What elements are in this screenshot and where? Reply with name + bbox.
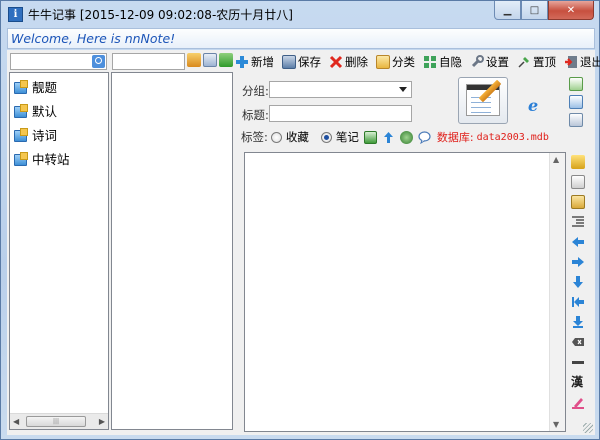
attach-icon[interactable] (363, 130, 377, 144)
app-icon: i (8, 7, 23, 22)
note-radio-label[interactable]: 笔记 (336, 129, 359, 145)
delete-button[interactable]: 删除 (329, 54, 368, 70)
notepad-pencil-icon[interactable] (458, 77, 508, 124)
folder-icon (14, 127, 28, 142)
exit-button[interactable]: 退出 (564, 54, 600, 70)
maximize-button[interactable]: □ (521, 1, 548, 20)
paste-icon[interactable] (571, 195, 585, 209)
folder-icon (14, 151, 28, 166)
favorite-radio[interactable] (270, 131, 282, 143)
scroll-left-icon[interactable]: ◀ (13, 417, 19, 426)
category-icon (376, 55, 390, 69)
sort-icon[interactable] (187, 53, 201, 67)
exit-icon (564, 55, 578, 69)
scroll-thumb[interactable]: ||| (26, 416, 86, 427)
settings-button[interactable]: 设置 (470, 54, 509, 70)
save-button[interactable]: 保存 (282, 54, 321, 70)
category-tree[interactable]: 靓题 默认 诗词 中转站 ◀ ||| ▶ (9, 72, 109, 430)
app-window: i 牛牛记事 [2015-12-09 09:02:08-农历十月廿八] ▁ □ … (0, 0, 600, 440)
editor-vertical-scrollbar[interactable]: ▲ ▼ (549, 153, 565, 431)
clear-icon[interactable] (571, 335, 585, 349)
note-search-input[interactable] (112, 53, 185, 70)
arrow-down-icon[interactable] (571, 275, 585, 289)
line-icon[interactable] (571, 355, 585, 369)
client-area: 靓题 默认 诗词 中转站 ◀ ||| ▶ 新增 保存 删除 分类 自隐 设置 置… (7, 50, 600, 435)
open-folder-icon[interactable] (571, 155, 585, 169)
tag-row: 标签: 收藏 笔记 数据库: data2003.mdb (241, 129, 549, 145)
welcome-banner: Welcome, Here is nnNote! (7, 28, 595, 49)
category-search-input[interactable] (10, 53, 107, 70)
ie-icon[interactable]: e (528, 96, 538, 115)
scroll-down-icon[interactable]: ▼ (553, 420, 559, 429)
tree-item-transfer[interactable]: 中转站 (14, 148, 70, 168)
x-icon (329, 55, 343, 69)
wrench-icon (470, 55, 484, 69)
tree-item-label: 诗词 (32, 127, 58, 143)
editor-side-tools: 漢 (571, 155, 585, 415)
side-top-tools (569, 77, 583, 127)
database-label: 数据库: (436, 131, 474, 144)
search-icon[interactable] (92, 55, 105, 68)
group-label: 分组: (242, 84, 269, 98)
scroll-up-icon[interactable]: ▲ (553, 155, 559, 164)
export-icon[interactable] (569, 95, 583, 109)
pin-icon (517, 55, 531, 69)
favorite-radio-label[interactable]: 收藏 (286, 129, 309, 145)
tree-item-label: 靓题 (32, 79, 58, 95)
tree-item-label: 中转站 (32, 151, 70, 167)
title-label: 标题: (242, 108, 269, 122)
hide-icon (423, 55, 437, 69)
note-list[interactable] (111, 72, 233, 430)
pin-button[interactable]: 置顶 (517, 54, 556, 70)
note-radio[interactable] (320, 131, 332, 143)
size-grip[interactable] (583, 423, 593, 433)
folder-icon (14, 103, 28, 118)
category-button[interactable]: 分类 (376, 54, 415, 70)
upload-icon[interactable] (382, 131, 395, 144)
chevron-down-icon[interactable] (399, 87, 407, 92)
window-title: 牛牛记事 [2015-12-09 09:02:08-农历十月廿八] (28, 8, 293, 22)
arrow-bottom-icon[interactable] (571, 315, 585, 329)
arrow-right-icon[interactable] (571, 255, 585, 269)
tree-item-poetry[interactable]: 诗词 (14, 124, 57, 144)
title-input[interactable] (269, 105, 412, 122)
group-select[interactable] (269, 81, 412, 98)
main-toolbar: 新增 保存 删除 分类 自隐 设置 置顶 退出 (235, 52, 600, 72)
copy-icon[interactable] (571, 175, 585, 189)
list-tools (187, 53, 233, 67)
tree-item-default[interactable]: 默认 (14, 100, 57, 120)
globe-icon[interactable] (399, 130, 413, 144)
chinese-text-icon[interactable]: 漢 (571, 375, 585, 389)
tree-horizontal-scrollbar[interactable]: ◀ ||| ▶ (10, 413, 108, 429)
tree-item-label: 默认 (32, 103, 58, 119)
note-editor[interactable]: ▲ ▼ (244, 152, 566, 432)
tree-item-jingti[interactable]: 靓题 (14, 76, 57, 96)
comment-icon[interactable] (418, 130, 431, 144)
find-icon[interactable] (219, 53, 233, 67)
pen-icon[interactable] (571, 395, 585, 409)
hide-button[interactable]: 自隐 (423, 54, 462, 70)
database-value: data2003.mdb (476, 131, 549, 143)
folder-icon (14, 79, 28, 94)
plus-icon (235, 55, 249, 69)
close-button[interactable]: ✕ (548, 1, 594, 20)
indent-icon[interactable] (571, 215, 585, 229)
arrow-left-icon[interactable] (571, 235, 585, 249)
import-icon[interactable] (569, 77, 583, 91)
title-bar: i 牛牛记事 [2015-12-09 09:02:08-农历十月廿八] ▁ □ … (1, 1, 599, 28)
list-view-icon[interactable] (203, 53, 217, 67)
print-icon[interactable] (569, 113, 583, 127)
new-button[interactable]: 新增 (235, 54, 274, 70)
scroll-right-icon[interactable]: ▶ (99, 417, 105, 426)
tag-label: 标签: (241, 130, 268, 144)
save-icon (282, 55, 296, 69)
window-controls: ▁ □ ✕ (494, 1, 594, 20)
arrow-first-icon[interactable] (571, 295, 585, 309)
minimize-button[interactable]: ▁ (494, 1, 521, 20)
